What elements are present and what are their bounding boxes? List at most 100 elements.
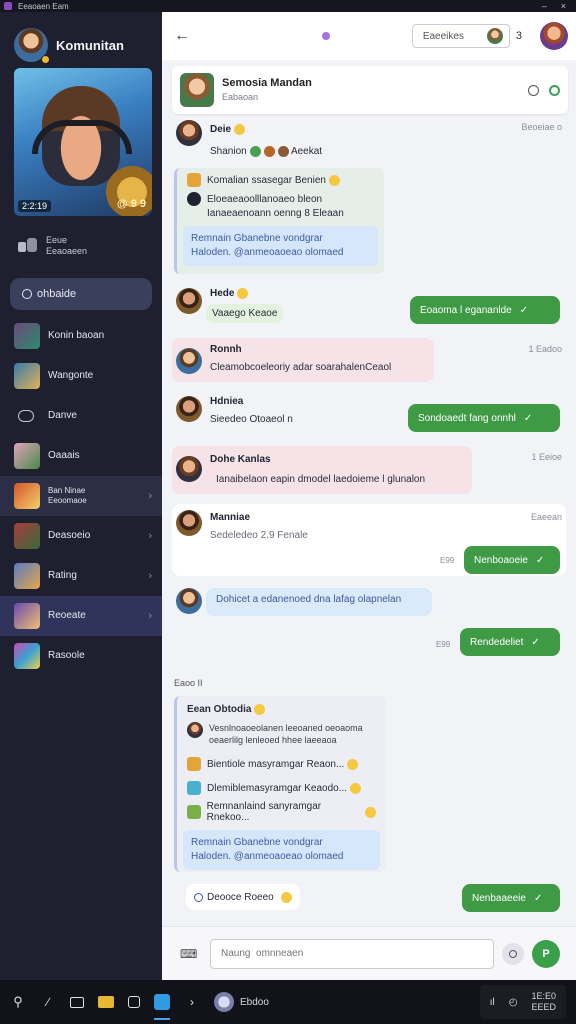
profile-hero-image[interactable]: 2:2:19 @ 9 9 [14,68,152,216]
record-icon [187,192,201,206]
system-tray: ıl ◴ 1E:E0 EEED [479,985,566,1019]
user-avatar[interactable] [214,992,234,1012]
send-button[interactable]: P [532,939,560,968]
card-line: Remnanlaind sanyramgar Rnekoo... [206,801,322,823]
emoji-icon [347,758,359,770]
message[interactable]: E99 Rendedeliet ✓ [172,628,566,660]
card-line: Bientiole masyramgar Reaon... [207,758,345,770]
search-icon[interactable]: ⚲ [10,994,26,1010]
taskbar-app-label[interactable]: Ebdoo [240,997,269,1008]
status-line-2: Eeaoaeen [46,246,88,256]
status-line-1: Eeue [46,235,68,245]
search-icon[interactable] [528,84,539,96]
emoji-icon [237,288,249,299]
status-badge [41,55,50,64]
check-icon: ✓ [519,304,529,316]
clover-icon [249,146,261,157]
sidebar-item-label: Danve [48,410,77,421]
sender-name: Deie [210,124,232,136]
sidebar-item-label: Konin baoan [48,330,105,341]
quote-line: oeaerlilg lenleoed hhee laeeaoa [209,735,337,745]
window-titlebar: Eeaoaen Eam – × [0,0,576,12]
sidebar-item-label: Oaaais [48,450,80,461]
check-icon: ✓ [531,636,540,648]
check-icon: ✓ [535,554,545,566]
message[interactable]: Hede Vaaego Keaoe Eoaoma l egananlde ✓ [172,286,566,330]
sidebar-item-label: Rating [48,570,77,581]
chevron-right-icon: › [148,610,152,622]
message[interactable]: Ronnh Cleamobcoeleoriy adar soarahalenCe… [172,338,566,386]
item-thumbnail [14,603,40,629]
store-icon[interactable] [128,996,140,1008]
message-time: 1 Eeioe [531,452,562,462]
online-status-icon[interactable] [549,84,560,96]
sender-avatar [176,588,202,614]
window-title: Eeaoaen Eam [18,1,69,11]
sender-name: Ronnh [210,344,242,355]
sidebar-item[interactable]: Rating › [0,556,162,596]
app-taskbar-icon[interactable] [154,994,170,1020]
message[interactable]: Dohe Kanlas Ianaibelaon eapin dmodel lae… [172,446,566,496]
emoji-icon [234,124,246,135]
sidebar-status[interactable]: Eeue Eeaoaeen [0,216,162,264]
item-thumbnail [14,323,40,349]
message[interactable]: Deie Shanion Aeekat Beoeiae o [172,120,566,170]
card-line: Eloeaeaoolllanoaeo bleon [207,193,323,205]
sidebar-item[interactable]: Wangonte [0,356,162,396]
mic-icon[interactable]: ∕ [40,994,56,1010]
link-icon [18,410,34,422]
sidebar-item[interactable]: Ban Ninae Eeoomaoe › [0,476,162,516]
sender-avatar [176,396,202,422]
sidebar-item[interactable]: Danve [0,396,162,436]
sidebar-item[interactable]: Oaaais [0,436,162,476]
emoji-icon [328,174,340,186]
sidebar-search-button[interactable]: ohbaide [10,278,152,310]
record-icon [509,949,517,958]
attach-button[interactable] [502,942,524,965]
message[interactable]: Dohicet a edanenoed dna lafag olapnelan [172,586,566,618]
sidebar-list: Konin baoan Wangonte Danve Oaaais Ban Ni… [0,316,162,676]
minimize-button[interactable]: – [542,1,547,11]
outgoing-bubble[interactable]: Nenboaoeie ✓ [464,546,560,574]
outgoing-text: Nenboaoeie [474,554,528,566]
message-input[interactable] [210,938,494,969]
coin-icon [263,146,275,157]
card-quote-line: Remnain Gbanebne vondgrar [191,233,323,244]
message-text: Vaaego Keaoe [212,308,278,319]
outgoing-bubble[interactable]: Nenbaaeeie ✓ [462,884,560,912]
folder-icon[interactable] [98,996,114,1008]
outgoing-bubble[interactable]: Eoaoma l egananlde ✓ [410,296,560,324]
close-button[interactable]: × [561,1,566,11]
account-pill[interactable]: Eaeeikes [411,24,510,48]
quoted-card[interactable]: Eean Obtodia Vesnlnoaoeolanen leeoaned o… [174,696,386,872]
message[interactable]: Hdniea Sieedeo Otoaeol n Sondoaedt fang … [172,394,566,438]
item-thumbnail [14,483,40,509]
keyboard-icon[interactable]: ⌨ [180,947,202,961]
task-view-icon[interactable] [70,996,84,1008]
sender-name: Manniae [210,512,251,523]
sidebar-item[interactable]: Reoeate › [0,596,162,636]
notification-dot [322,32,330,40]
sidebar-item[interactable]: Konin baoan [0,316,162,356]
message[interactable]: Deooce Roeeo Nenbaaeeie ✓ [172,880,566,914]
card-quote-line: Remnain Gbanebne vondgrar [191,837,323,848]
hero-stat-right: @ 9 9 [116,198,146,210]
message[interactable]: Manniae Sedeledeo 2.9 Fenale Eaeean E99 … [172,504,566,578]
top-bar: ← Eaeeikes 3 [162,12,576,60]
account-pill-label: Eaeeikes [422,30,464,42]
outgoing-bubble[interactable]: Sondoaedt fang onnhl ✓ [408,404,560,432]
sidebar-item[interactable]: Rasoole [0,636,162,676]
chevron-right-icon[interactable]: › [184,994,200,1010]
emoji-icon [365,806,376,818]
outgoing-text: Rendedeliet [470,636,524,648]
volume-icon[interactable]: ıl [490,997,495,1008]
card-quote-line: Haloden. @anmeoaoeao olomaed [191,851,344,862]
back-arrow-icon[interactable]: ← [174,27,190,45]
sidebar-item[interactable]: Deasoeio › [0,516,162,556]
profile-avatar[interactable] [540,22,568,50]
clock-icon[interactable]: ◴ [509,997,518,1008]
user-avatar[interactable] [14,28,50,64]
outgoing-bubble[interactable]: Rendedeliet ✓ [460,628,560,656]
sidebar-search-label: ohbaide [37,288,77,300]
quoted-card[interactable]: Komalian ssasegar Benien Eloeaeaoolllano… [174,168,384,274]
